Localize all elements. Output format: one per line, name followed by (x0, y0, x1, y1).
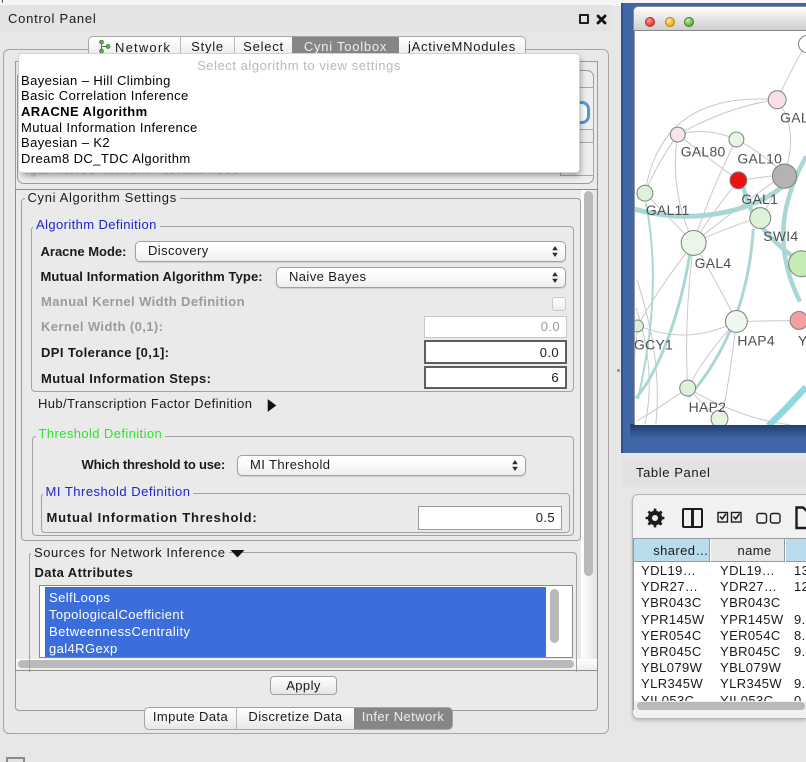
svg-text:YM: YM (798, 332, 806, 348)
svg-text:SWI4: SWI4 (763, 228, 798, 244)
svg-text:GAL1: GAL1 (741, 191, 778, 207)
svg-text:GCY1: GCY1 (634, 336, 673, 352)
svg-text:HAP2: HAP2 (689, 399, 727, 415)
svg-text:GAL80: GAL80 (681, 143, 726, 159)
svg-text:HAP4: HAP4 (737, 332, 775, 348)
svg-text:GAL10: GAL10 (737, 150, 782, 166)
svg-text:GAL4: GAL4 (695, 255, 732, 271)
svg-text:GAL11: GAL11 (646, 202, 690, 218)
svg-text:GAL2: GAL2 (780, 110, 806, 126)
